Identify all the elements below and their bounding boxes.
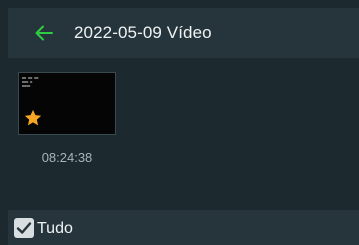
top-app-bar: 2022-05-09 Vídeo	[8, 8, 359, 58]
thumbnail-overlay-text: ▬▬ ▬▬ ▬▬ ▬▬▬ ▬ ▬▬▬▬	[22, 76, 39, 88]
select-all-label: Tudo	[37, 220, 73, 237]
star-icon	[24, 109, 42, 126]
checkbox-checked-icon[interactable]	[13, 217, 35, 239]
page-title: 2022-05-09 Vídeo	[74, 23, 212, 42]
video-grid: ▬▬ ▬▬ ▬▬ ▬▬▬ ▬ ▬▬▬▬ 08:24:38	[8, 58, 359, 208]
video-list-screen: 2022-05-09 Vídeo ▬▬ ▬▬ ▬▬ ▬▬▬ ▬ ▬▬▬▬ 08:24…	[0, 0, 359, 245]
video-thumbnail[interactable]: ▬▬ ▬▬ ▬▬ ▬▬▬ ▬ ▬▬▬▬	[18, 72, 116, 135]
video-item[interactable]: ▬▬ ▬▬ ▬▬ ▬▬▬ ▬ ▬▬▬▬ 08:24:38	[18, 72, 116, 170]
bottom-action-bar: Tudo	[8, 210, 359, 245]
select-all-toggle[interactable]: Tudo	[13, 217, 73, 239]
arrow-left-icon	[35, 25, 53, 41]
back-button[interactable]	[22, 8, 66, 58]
video-time-label: 08:24:38	[41, 150, 93, 165]
